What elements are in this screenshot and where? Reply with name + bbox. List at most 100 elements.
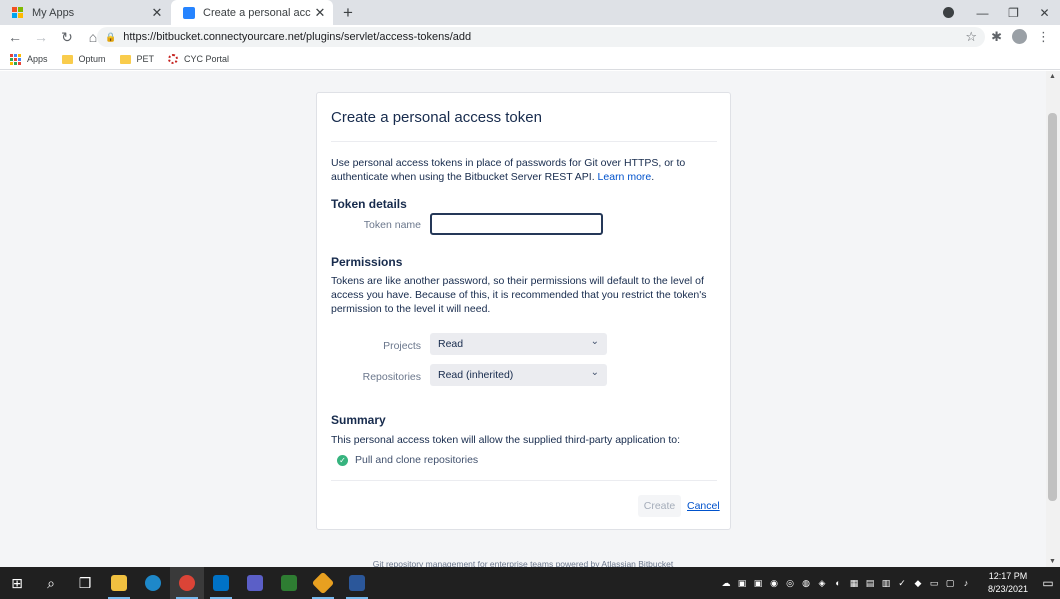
url-text: https://bitbucket.connectyourcare.net/pl…: [123, 31, 472, 43]
tab-title: Create a personal access token -: [203, 6, 311, 19]
battery-icon[interactable]: ▭: [926, 578, 942, 589]
tray-app-icon[interactable]: ▣: [734, 578, 750, 589]
cyc-logo-icon: [168, 54, 179, 64]
close-window-icon[interactable]: ✕: [1029, 6, 1060, 20]
summary-heading: Summary: [331, 413, 386, 427]
create-button[interactable]: Create: [638, 495, 681, 517]
minimize-icon[interactable]: —: [967, 6, 998, 20]
page-title: Create a personal access token: [331, 109, 542, 126]
edge-icon[interactable]: [136, 567, 170, 599]
bitbucket-icon: [183, 6, 195, 19]
close-tab-icon[interactable]: ✕: [311, 5, 329, 21]
token-form-card: Create a personal access token Use perso…: [316, 92, 731, 530]
app-icon[interactable]: [272, 567, 306, 599]
projects-label: Projects: [383, 340, 421, 352]
token-name-label: Token name: [363, 219, 421, 231]
file-explorer-icon[interactable]: [102, 567, 136, 599]
tray-app-icon[interactable]: ▣: [750, 578, 766, 589]
chevron-down-icon: ⌄: [590, 336, 599, 347]
token-name-input[interactable]: [432, 215, 601, 233]
clock-time: 12:17 PM: [988, 571, 1028, 581]
intro-text: Use personal access tokens in place of p…: [331, 157, 686, 183]
bookmark-star-icon[interactable]: ☆: [965, 29, 977, 45]
windows-taskbar: ⊞ ⌕ ❒ ☁ ▣ ▣ ◉ ◎ ◍ ◈ ◐ ▦ ▤ ▥ ✓ ◆ ▭ ▢ ♪ 12…: [0, 567, 1060, 599]
onedrive-icon[interactable]: ☁: [718, 578, 734, 589]
token-name-field[interactable]: [430, 213, 603, 235]
cancel-button[interactable]: Cancel: [687, 495, 720, 517]
page-content: Create a personal access token Use perso…: [0, 71, 1046, 567]
tray-app-icon[interactable]: ◐: [830, 578, 846, 588]
clock-date: 8/23/2021: [987, 584, 1029, 594]
profile-avatar-icon[interactable]: [1012, 29, 1027, 44]
task-view-icon[interactable]: ❒: [68, 567, 102, 599]
search-icon[interactable]: ⌕: [34, 567, 68, 599]
bookmark-label: Optum: [78, 54, 106, 64]
permissions-description: Tokens are like another password, so the…: [331, 275, 707, 315]
scrollbar-thumb[interactable]: [1048, 113, 1057, 501]
learn-more-link[interactable]: Learn more: [598, 171, 652, 183]
chevron-down-icon: ⌄: [590, 367, 599, 378]
word-icon[interactable]: [340, 567, 374, 599]
tray-app-icon[interactable]: ◈: [814, 578, 830, 589]
teams-icon[interactable]: [238, 567, 272, 599]
bookmark-cyc-portal[interactable]: CYC Portal: [168, 54, 229, 64]
summary-item-label: Pull and clone repositories: [355, 454, 479, 466]
scroll-down-icon[interactable]: ▼: [1049, 558, 1056, 565]
new-tab-icon[interactable]: +: [343, 3, 353, 23]
app-icon[interactable]: [306, 567, 340, 599]
system-tray: ☁ ▣ ▣ ◉ ◎ ◍ ◈ ◐ ▦ ▤ ▥ ✓ ◆ ▭ ▢ ♪ 12:17 PM…: [718, 567, 1060, 599]
lock-icon: 🔒: [105, 31, 117, 42]
address-bar[interactable]: 🔒 https://bitbucket.connectyourcare.net/…: [97, 27, 985, 47]
page-footer: Git repository management for enterprise…: [372, 559, 674, 567]
extensions-icon[interactable]: ✱: [991, 29, 1002, 45]
summary-text: This personal access token will allow th…: [331, 434, 681, 446]
chrome-icon[interactable]: [170, 567, 204, 599]
volume-icon[interactable]: ♪: [958, 578, 974, 588]
folder-icon: [61, 54, 73, 64]
browser-tabstrip: My Apps ✕ Create a personal access token…: [0, 0, 1060, 25]
divider: [331, 141, 717, 142]
back-icon[interactable]: ←: [4, 29, 26, 45]
menu-kebab-icon[interactable]: ⋮: [1037, 29, 1050, 45]
folder-icon: [119, 54, 131, 64]
close-tab-icon[interactable]: ✕: [148, 5, 166, 21]
browser-toolbar: ← → ↻ ⌂ 🔒 https://bitbucket.connectyourc…: [0, 25, 1060, 49]
divider: [331, 480, 717, 481]
tab-search-icon[interactable]: [943, 7, 954, 18]
projects-value: Read: [438, 338, 464, 350]
scroll-up-icon[interactable]: ▲: [1049, 73, 1056, 80]
tab-my-apps[interactable]: My Apps ✕: [0, 0, 170, 25]
restore-icon[interactable]: ❐: [998, 6, 1029, 20]
tray-app-icon[interactable]: ▤: [862, 578, 878, 589]
network-icon[interactable]: ▢: [942, 578, 958, 589]
tab-title: My Apps: [32, 6, 75, 19]
permissions-heading: Permissions: [331, 255, 403, 269]
tray-app-icon[interactable]: ◉: [766, 578, 782, 589]
projects-select[interactable]: Read ⌄: [430, 333, 607, 355]
bookmark-label: PET: [136, 54, 155, 64]
reload-icon[interactable]: ↻: [56, 29, 78, 46]
tray-app-icon[interactable]: ✓: [894, 578, 910, 589]
tray-app-icon[interactable]: ▦: [846, 578, 862, 589]
token-details-heading: Token details: [331, 197, 407, 211]
windows-logo-icon: ⊞: [11, 574, 23, 591]
tab-create-token[interactable]: Create a personal access token - ✕: [171, 0, 333, 25]
bookmark-optum[interactable]: Optum: [61, 54, 106, 64]
apps-grid-icon: [10, 53, 21, 65]
repositories-select[interactable]: Read (inherited) ⌄: [430, 364, 607, 386]
shield-icon[interactable]: ◆: [910, 578, 926, 589]
start-button[interactable]: ⊞: [0, 567, 34, 599]
summary-item: ✓ Pull and clone repositories: [337, 454, 478, 466]
bookmark-pet[interactable]: PET: [119, 54, 155, 64]
check-circle-icon: ✓: [337, 454, 348, 466]
outlook-icon[interactable]: [204, 567, 238, 599]
tray-app-icon[interactable]: ▥: [878, 578, 894, 589]
forward-icon[interactable]: →: [30, 29, 52, 45]
tray-app-icon[interactable]: ◍: [798, 578, 814, 589]
notifications-icon[interactable]: ▭: [1036, 576, 1060, 590]
tray-app-icon[interactable]: ◎: [782, 578, 798, 589]
page-scrollbar[interactable]: ▲ ▼: [1046, 71, 1060, 567]
bookmarks-bar: Apps Optum PET CYC Portal: [0, 49, 1060, 70]
clock[interactable]: 12:17 PM 8/23/2021: [980, 570, 1036, 596]
bookmark-apps[interactable]: Apps: [10, 53, 48, 65]
